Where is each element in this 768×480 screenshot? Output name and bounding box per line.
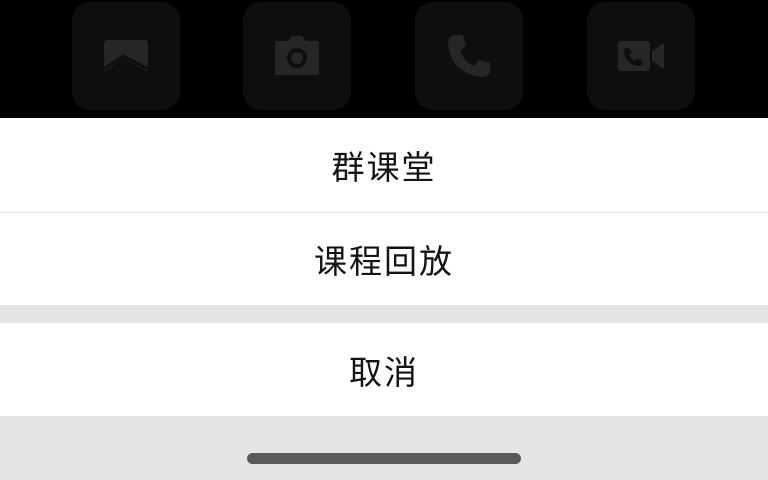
video-call-tile <box>587 2 695 110</box>
image-icon <box>103 40 149 72</box>
dimmed-overlay[interactable] <box>0 0 768 118</box>
action-sheet: 群课堂 课程回放 取消 <box>0 118 768 480</box>
home-indicator[interactable] <box>247 453 521 464</box>
group-class-option[interactable]: 群课堂 <box>0 118 768 212</box>
camera-icon <box>275 36 319 75</box>
phone-icon <box>448 35 490 77</box>
screen: 群课堂 课程回放 取消 <box>0 0 768 480</box>
cancel-button[interactable]: 取消 <box>0 323 768 416</box>
gallery-tile <box>72 2 180 110</box>
camera-tile <box>243 2 351 110</box>
video-call-icon <box>618 41 664 71</box>
voice-call-tile <box>415 2 523 110</box>
course-replay-option[interactable]: 课程回放 <box>0 213 768 305</box>
home-bar-area <box>0 416 768 480</box>
